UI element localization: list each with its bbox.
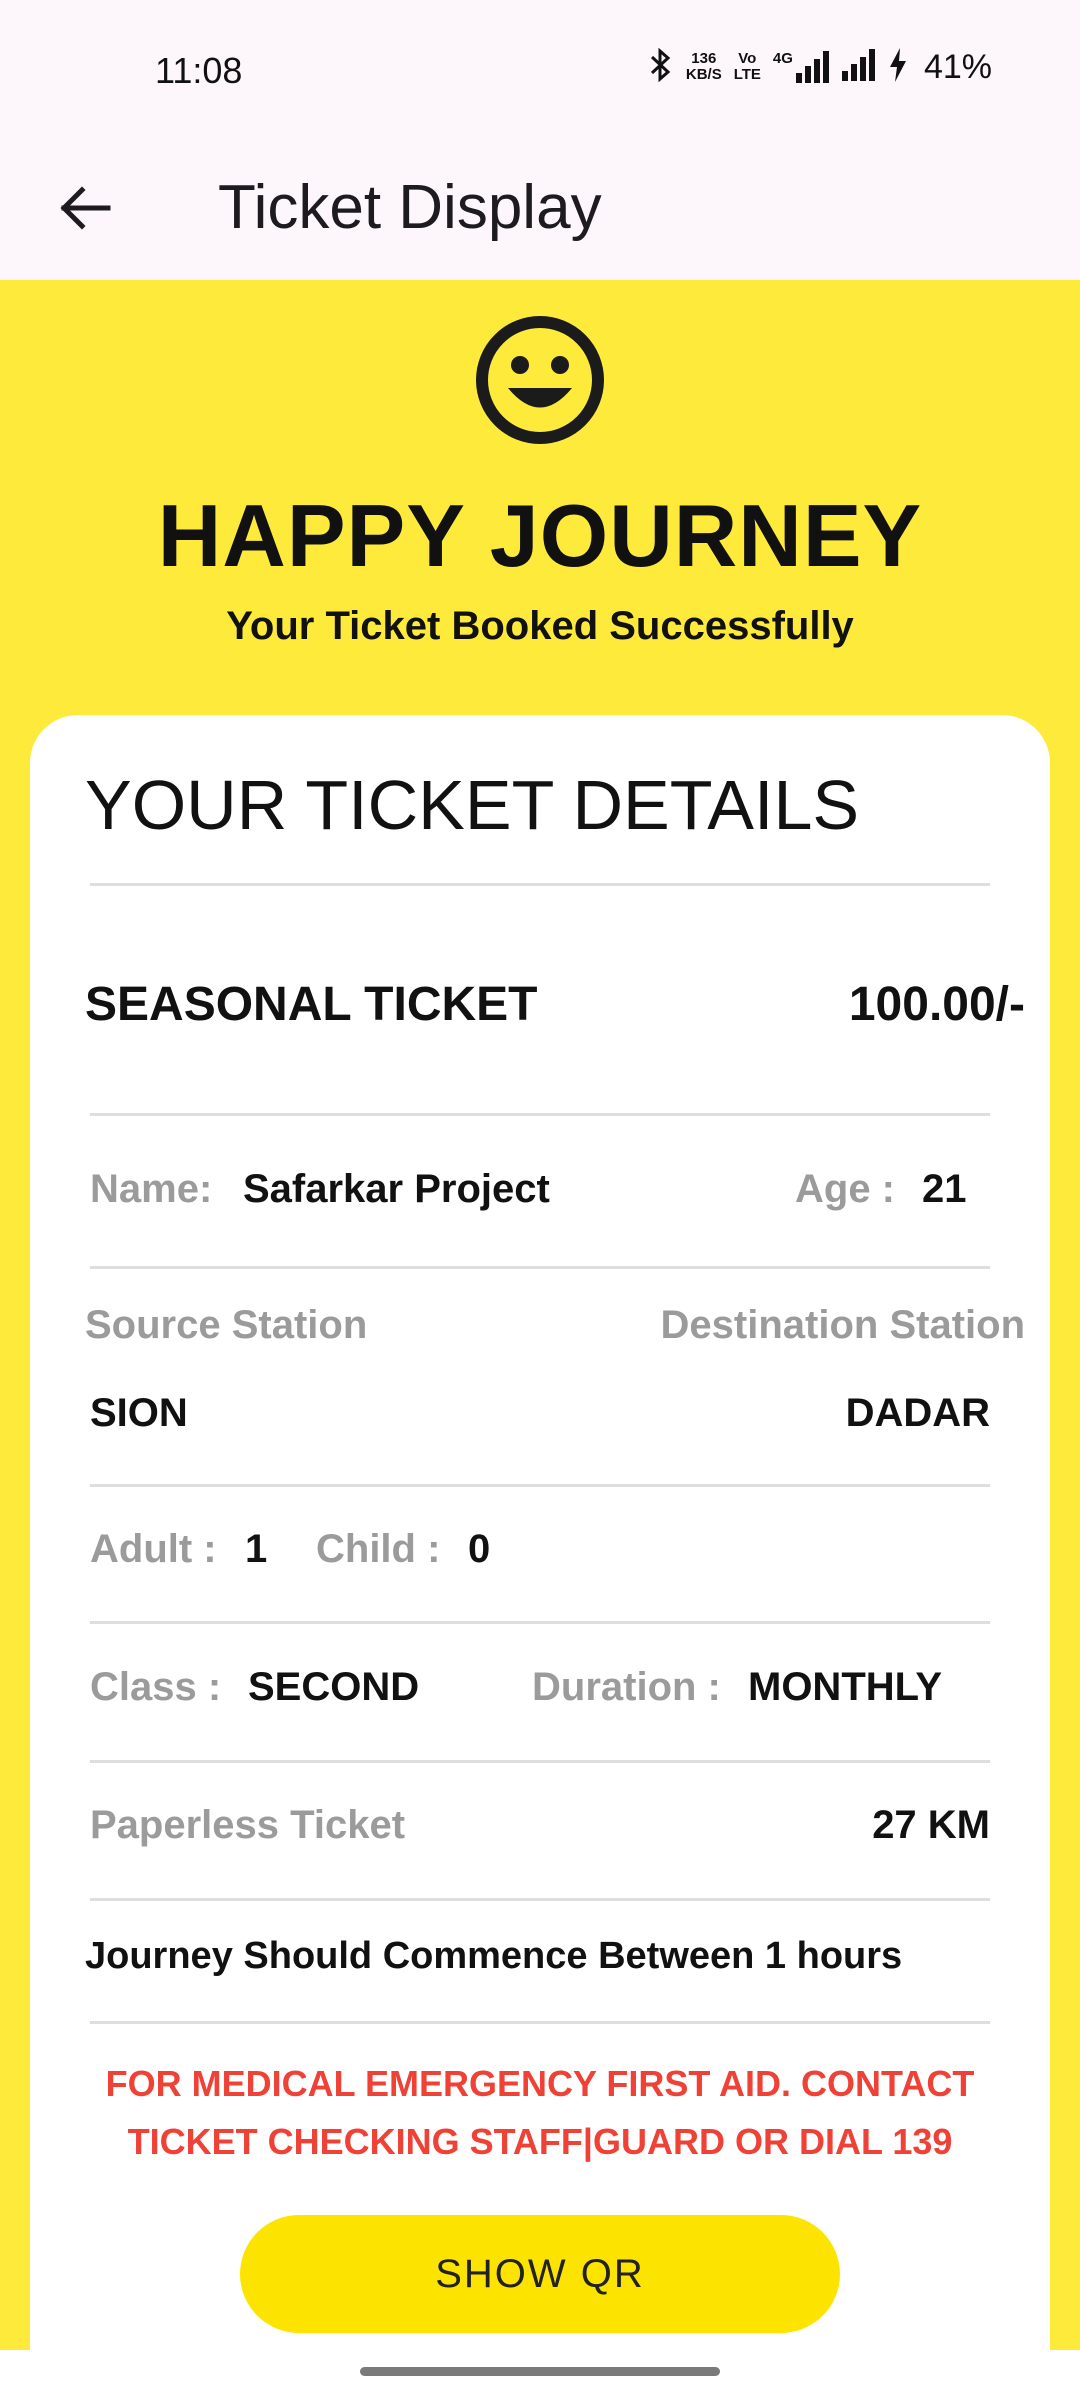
divider [90, 1266, 990, 1269]
class-label: Class : [90, 1665, 222, 1709]
volte-bottom: LTE [733, 66, 761, 83]
duration-label: Duration : [532, 1665, 721, 1709]
net-speed-unit: KB/S [685, 66, 722, 83]
child-count: 0 [468, 1527, 491, 1571]
age-label: Age : [795, 1167, 895, 1211]
passenger-age: 21 [922, 1167, 967, 1211]
card-title: YOUR TICKET DETAILS [85, 766, 860, 844]
warning-line-1: FOR MEDICAL EMERGENCY FIRST AID. CONTACT [105, 2063, 975, 2104]
divider [90, 1621, 990, 1624]
child-label: Child : [316, 1527, 441, 1571]
status-time: 11:08 [155, 50, 243, 91]
net-speed: 136 KB/S [686, 51, 722, 83]
passenger-name: Safarkar Project [243, 1167, 550, 1211]
adult-label: Adult : [90, 1527, 217, 1571]
duration-value: MONTHLY [748, 1665, 943, 1709]
app-bar: Ticket Display [0, 140, 1080, 280]
destination-station-label: Destination Station [660, 1303, 1025, 1347]
volte-icon: Vo LTE [734, 51, 761, 83]
divider [90, 1898, 990, 1901]
source-station-label: Source Station [85, 1303, 368, 1347]
status-bar: 11:08 136 KB/S Vo LTE 4G 41% [0, 0, 1080, 140]
happy-journey-title: HAPPY JOURNEY [157, 486, 923, 585]
net-speed-value: 136 [691, 50, 717, 67]
ticket-price: 100.00/- [848, 978, 1025, 1031]
divider [90, 1484, 990, 1487]
paperless-ticket-label: Paperless Ticket [90, 1803, 406, 1847]
volte-top: Vo [738, 50, 757, 67]
network-type: 4G [772, 50, 793, 67]
journey-note: Journey Should Commence Between 1 hours [85, 1935, 903, 1977]
source-station: SION [90, 1391, 188, 1435]
page-title: Ticket Display [218, 173, 602, 242]
ticket-card: YOUR TICKET DETAILS SEASONAL TICKET 100.… [30, 715, 1050, 2350]
show-qr-button[interactable]: SHOW QR [240, 2215, 840, 2333]
divider [90, 1113, 990, 1116]
back-button[interactable] [40, 165, 130, 255]
medical-emergency-warning: FOR MEDICAL EMERGENCY FIRST AID. CONTACT… [60, 2055, 1020, 2171]
signal-4g-icon: 4G [773, 51, 830, 83]
signal-icon [841, 48, 876, 86]
warning-line-2: TICKET CHECKING STAFF|GUARD OR DIAL 139 [127, 2121, 953, 2162]
battery-charging-icon [888, 47, 908, 87]
ticket-type: SEASONAL TICKET [85, 978, 538, 1031]
adult-count: 1 [245, 1527, 268, 1571]
status-icons: 136 KB/S Vo LTE 4G 41% [648, 46, 992, 88]
name-label: Name: [90, 1167, 213, 1211]
home-indicator[interactable] [360, 2367, 720, 2376]
divider [90, 1760, 990, 1763]
bluetooth-icon [648, 47, 674, 87]
battery-percent: 41% [923, 47, 992, 86]
arrow-back-icon [58, 185, 112, 236]
destination-station: DADAR [845, 1391, 990, 1435]
divider [90, 2021, 990, 2024]
divider [90, 883, 990, 886]
distance-value: 27 KM [872, 1803, 990, 1847]
system-nav-bar [0, 2350, 1080, 2400]
class-value: SECOND [248, 1665, 420, 1709]
smiley-icon [475, 315, 605, 445]
booking-success-subtitle: Your Ticket Booked Successfully [226, 604, 854, 648]
